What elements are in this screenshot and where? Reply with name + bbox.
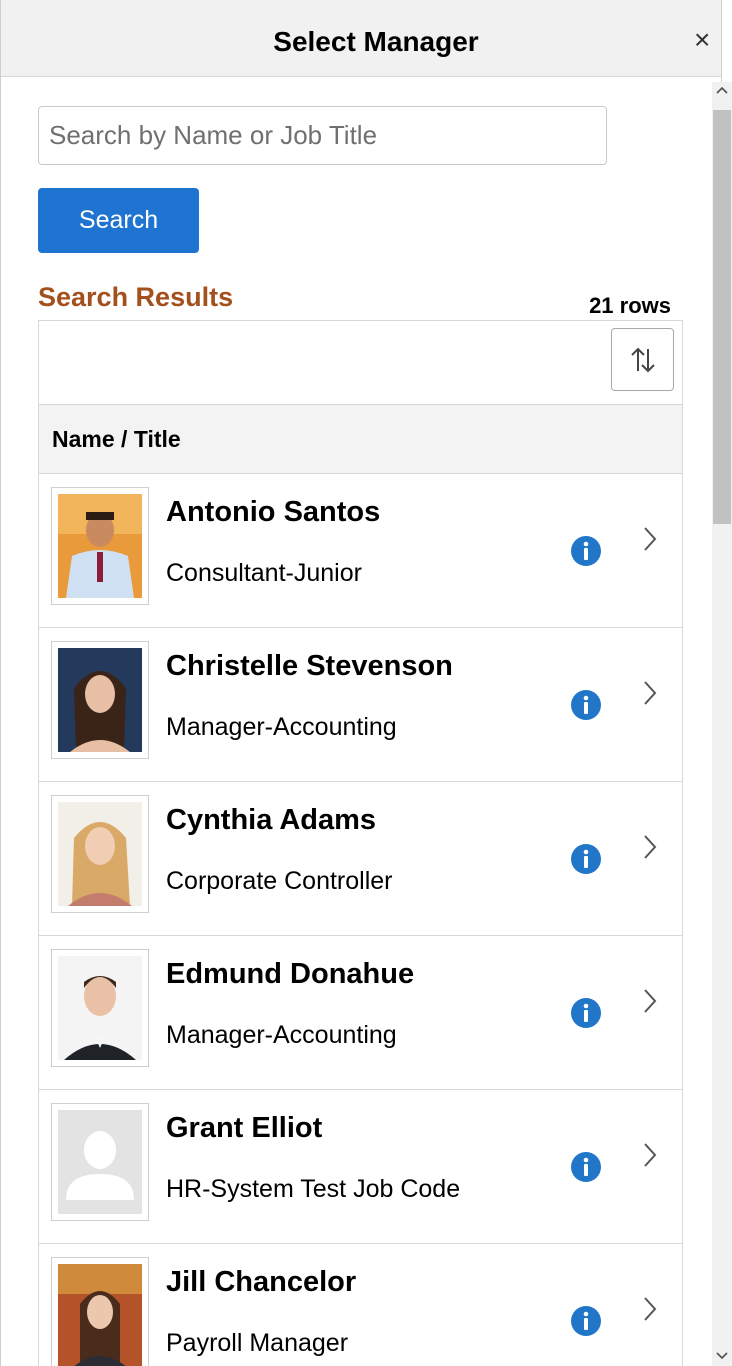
- placeholder-person-icon: [51, 1103, 149, 1221]
- info-icon[interactable]: [570, 689, 602, 721]
- sort-icon: [630, 347, 655, 372]
- scroll-up-arrow-icon[interactable]: [716, 86, 728, 94]
- search-input[interactable]: [38, 106, 607, 165]
- employee-photo: [51, 641, 149, 759]
- employee-name: Grant Elliot: [166, 1112, 323, 1144]
- employee-title: Manager-Accounting: [166, 1021, 397, 1049]
- select-manager-dialog: Select Manager × Search Search Results 2…: [0, 0, 722, 1366]
- search-results-heading: Search Results: [38, 282, 234, 312]
- grid-toolbar: [39, 321, 682, 405]
- close-icon[interactable]: ×: [694, 26, 710, 54]
- chevron-right-icon[interactable]: [642, 987, 658, 1015]
- employee-photo: [51, 795, 149, 913]
- scroll-down-arrow-icon[interactable]: [716, 1352, 728, 1360]
- info-icon[interactable]: [570, 997, 602, 1029]
- table-row[interactable]: Christelle Stevenson Manager-Accounting: [39, 628, 682, 782]
- employee-title: Corporate Controller: [166, 867, 393, 895]
- table-row[interactable]: Grant Elliot HR-System Test Job Code: [39, 1090, 682, 1244]
- dialog-header: Select Manager ×: [1, 0, 721, 77]
- table-row[interactable]: Cynthia Adams Corporate Controller: [39, 782, 682, 936]
- employee-title: HR-System Test Job Code: [166, 1175, 461, 1203]
- chevron-right-icon[interactable]: [642, 833, 658, 861]
- table-row[interactable]: Jill Chancelor Payroll Manager: [39, 1244, 682, 1366]
- chevron-right-icon[interactable]: [642, 525, 658, 553]
- employee-title: Consultant-Junior: [166, 559, 362, 587]
- results-grid: Name / Title Antonio Santos Consultant-J…: [38, 320, 683, 1366]
- sort-button[interactable]: [611, 328, 674, 391]
- row-count: 21 rows: [589, 293, 671, 318]
- info-icon[interactable]: [570, 843, 602, 875]
- chevron-right-icon[interactable]: [642, 1295, 658, 1323]
- employee-photo: [51, 1257, 149, 1366]
- employee-name: Jill Chancelor: [166, 1266, 357, 1298]
- chevron-right-icon[interactable]: [642, 679, 658, 707]
- table-row[interactable]: Edmund Donahue Manager-Accounting: [39, 936, 682, 1090]
- employee-photo: [51, 949, 149, 1067]
- employee-photo: [51, 487, 149, 605]
- info-icon[interactable]: [570, 1151, 602, 1183]
- table-row[interactable]: Antonio Santos Consultant-Junior: [39, 474, 682, 628]
- employee-name: Antonio Santos: [166, 496, 381, 528]
- employee-title: Payroll Manager: [166, 1329, 349, 1357]
- info-icon[interactable]: [570, 1305, 602, 1337]
- chevron-right-icon[interactable]: [642, 1141, 658, 1169]
- scrollbar-thumb[interactable]: [713, 110, 731, 524]
- search-button[interactable]: Search: [38, 188, 199, 253]
- column-header-name-title[interactable]: Name / Title: [39, 405, 682, 474]
- dialog-title: Select Manager: [273, 26, 479, 57]
- employee-name: Christelle Stevenson: [166, 650, 453, 682]
- employee-name: Edmund Donahue: [166, 958, 415, 990]
- employee-name: Cynthia Adams: [166, 804, 377, 836]
- info-icon[interactable]: [570, 535, 602, 567]
- employee-title: Manager-Accounting: [166, 713, 397, 741]
